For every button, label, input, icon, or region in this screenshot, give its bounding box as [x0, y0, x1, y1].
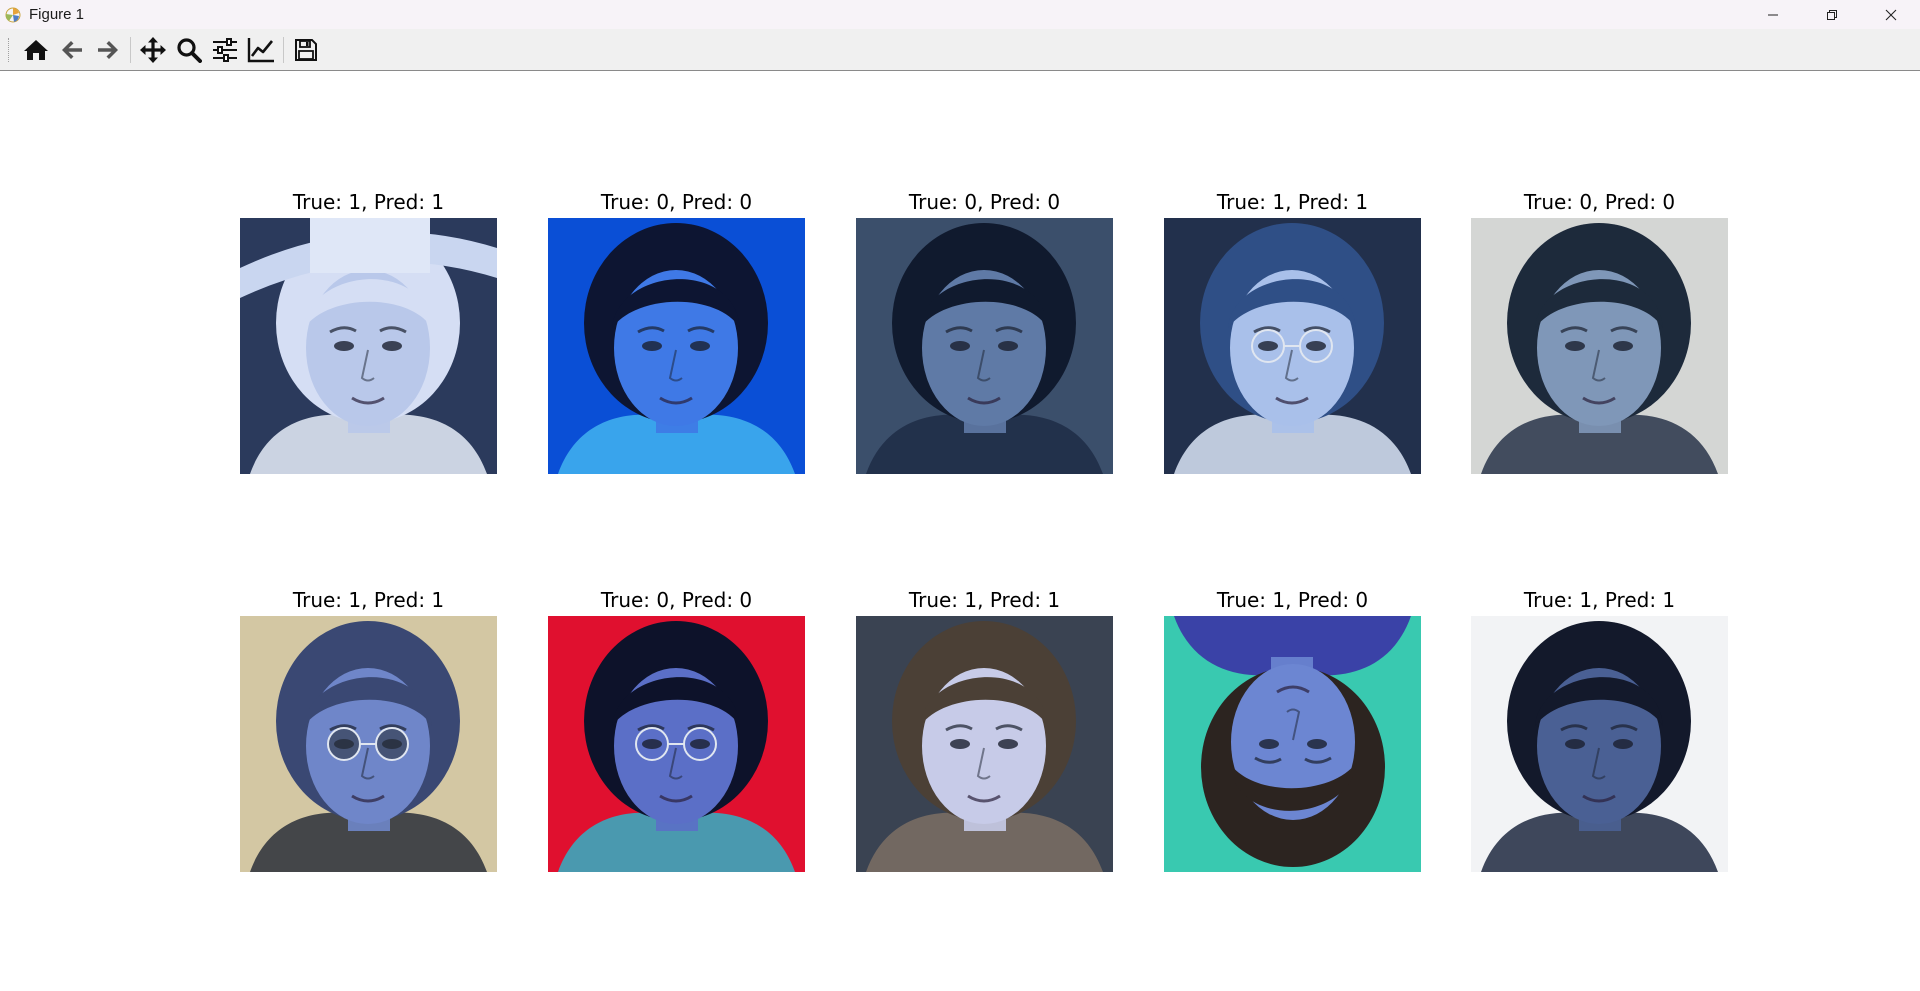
subplot-title: True: 1, Pred: 1	[1523, 588, 1676, 612]
pan-button[interactable]	[135, 33, 171, 67]
subplot-title: True: 1, Pred: 1	[908, 588, 1061, 612]
face-image	[1164, 218, 1421, 474]
face-image	[548, 218, 805, 474]
figure-canvas[interactable]: True: 1, Pred: 1 True: 0, Pred: 0 True: 0,…	[0, 71, 1920, 991]
face-image	[1164, 616, 1421, 872]
restore-button[interactable]	[1802, 0, 1861, 29]
toolbar-separator	[283, 36, 284, 63]
save-icon	[295, 38, 317, 61]
subplot-title: True: 1, Pred: 0	[1216, 588, 1369, 612]
subplots-button[interactable]	[207, 33, 243, 67]
subplots-icon	[213, 37, 237, 62]
restore-icon	[1826, 9, 1837, 20]
navigation-toolbar	[0, 29, 1920, 71]
customize-icon	[247, 37, 274, 62]
back-button[interactable]	[54, 33, 90, 67]
customize-button[interactable]	[243, 33, 279, 67]
face-image	[1471, 218, 1728, 474]
subplot-title: True: 0, Pred: 0	[600, 588, 753, 612]
back-icon	[62, 40, 82, 59]
face-image	[240, 218, 497, 474]
home-button[interactable]	[18, 33, 54, 67]
zoom-icon	[177, 37, 202, 63]
subplot-title: True: 0, Pred: 0	[908, 190, 1061, 214]
face-image	[1471, 616, 1728, 872]
toolbar-grip[interactable]	[8, 37, 11, 62]
pan-icon	[140, 36, 166, 63]
save-button[interactable]	[288, 33, 324, 67]
minimize-icon	[1767, 14, 1778, 15]
subplot-title: True: 0, Pred: 0	[600, 190, 753, 214]
minimize-button[interactable]	[1743, 0, 1802, 29]
zoom-button[interactable]	[171, 33, 207, 67]
subplot-title: True: 1, Pred: 1	[292, 588, 445, 612]
forward-button[interactable]	[90, 33, 126, 67]
close-icon	[1885, 9, 1896, 20]
matplotlib-logo-icon	[4, 6, 22, 24]
subplot-title: True: 0, Pred: 0	[1523, 190, 1676, 214]
face-image	[856, 616, 1113, 872]
face-image	[548, 616, 805, 872]
close-button[interactable]	[1861, 0, 1920, 29]
window-title: Figure 1	[29, 6, 85, 23]
face-image	[240, 616, 497, 872]
window-controls	[1743, 0, 1920, 29]
title-bar[interactable]: Figure 1	[0, 0, 1920, 29]
subplot-title: True: 1, Pred: 1	[1216, 190, 1369, 214]
matplotlib-window: Figure 1 True: 1, Pred: 1 True: 0, Pred:…	[0, 0, 1920, 991]
forward-icon	[98, 40, 118, 59]
face-image	[856, 218, 1113, 474]
home-icon	[24, 39, 48, 60]
subplot-title: True: 1, Pred: 1	[292, 190, 445, 214]
toolbar-separator	[130, 36, 131, 63]
